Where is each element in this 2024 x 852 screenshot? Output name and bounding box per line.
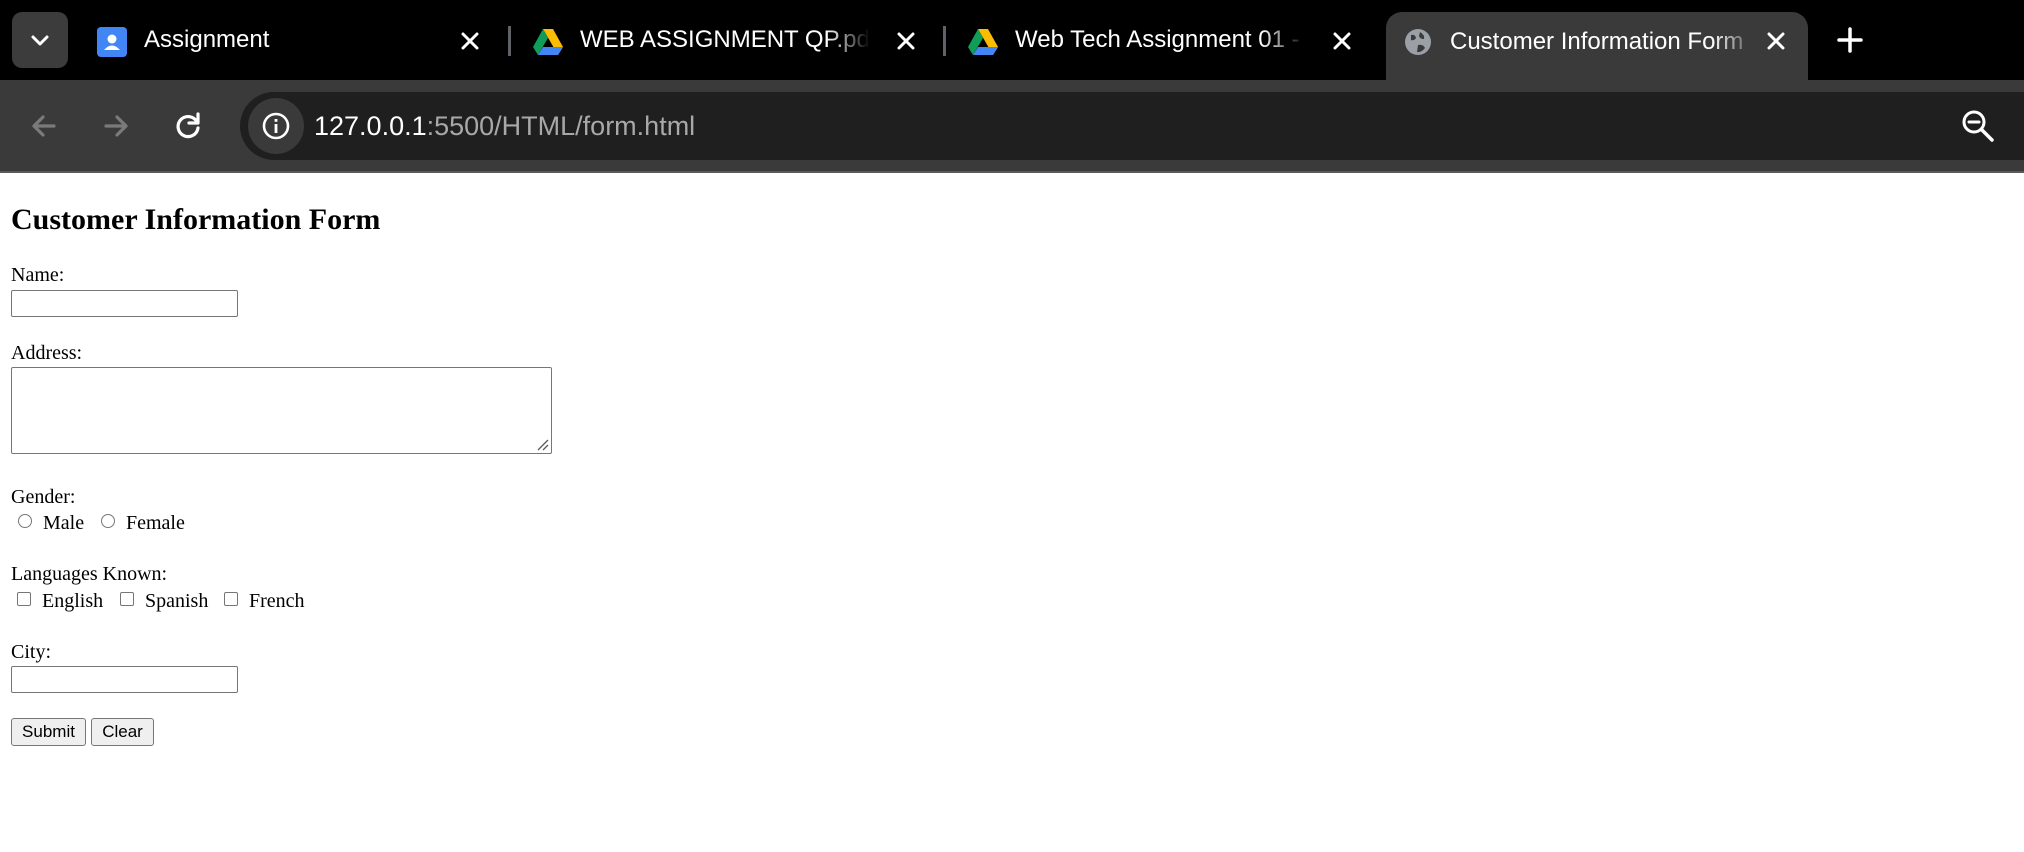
- tab-separator: [943, 26, 946, 56]
- google-drive-icon: [968, 29, 998, 55]
- tab-title: WEB ASSIGNMENT QP.pdf - Google Drive: [580, 26, 870, 53]
- close-icon[interactable]: [458, 29, 482, 53]
- name-label: Name:: [11, 264, 65, 286]
- gender-male-radio[interactable]: [18, 514, 32, 528]
- url-host: 127.0.0.1: [314, 111, 427, 141]
- tab-title: Customer Information Form: [1450, 28, 1744, 55]
- language-spanish-label: Spanish: [145, 590, 209, 612]
- reload-icon[interactable]: [168, 106, 208, 146]
- chevron-down-icon: [31, 35, 49, 46]
- tab-strip: Assignment WEB ASSIGNMENT QP.pdf - Googl…: [0, 0, 2024, 80]
- classroom-assignment-icon: [97, 27, 127, 57]
- plus-icon[interactable]: [1832, 22, 1868, 58]
- back-arrow-icon[interactable]: [24, 106, 64, 146]
- language-french-label: French: [249, 590, 305, 612]
- browser-toolbar: 127.0.0.1:5500/HTML/form.html: [0, 80, 2024, 172]
- globe-icon: [1405, 29, 1431, 55]
- tab-web-tech-assignment[interactable]: Web Tech Assignment 01 - Google Drive: [967, 12, 1363, 70]
- gender-male-label: Male: [43, 512, 85, 534]
- close-icon[interactable]: [1764, 29, 1788, 53]
- tab-customer-information-form[interactable]: Customer Information Form: [1386, 12, 1808, 80]
- gender-female-radio[interactable]: [101, 514, 115, 528]
- address-bar[interactable]: 127.0.0.1:5500/HTML/form.html: [240, 92, 2024, 160]
- url-text: 127.0.0.1:5500/HTML/form.html: [314, 110, 695, 142]
- page-title: Customer Information Form: [11, 203, 381, 236]
- submit-button[interactable]: Submit: [11, 718, 86, 746]
- gender-female-label: Female: [126, 512, 185, 534]
- google-drive-icon: [533, 29, 563, 55]
- language-english-checkbox[interactable]: [17, 592, 31, 606]
- close-icon[interactable]: [1330, 29, 1354, 53]
- language-spanish-checkbox[interactable]: [120, 592, 134, 606]
- address-textarea[interactable]: [11, 367, 552, 454]
- address-label: Address:: [11, 342, 83, 364]
- language-english-label: English: [42, 590, 104, 612]
- site-info-button[interactable]: [248, 98, 304, 154]
- info-icon: [262, 112, 290, 140]
- page-content: Customer Information Form Name: Address:…: [0, 173, 2024, 852]
- languages-label: Languages Known:: [11, 563, 168, 585]
- tab-web-assignment-qp[interactable]: WEB ASSIGNMENT QP.pdf - Google Drive: [532, 12, 928, 70]
- url-path: :5500/HTML/form.html: [426, 111, 696, 141]
- city-label: City:: [11, 641, 52, 663]
- tab-separator: [508, 26, 511, 56]
- tab-assignment[interactable]: Assignment: [96, 12, 492, 70]
- gender-label: Gender:: [11, 486, 76, 508]
- tab-title: Assignment: [144, 26, 270, 53]
- close-icon[interactable]: [894, 29, 918, 53]
- zoom-out-icon[interactable]: [1958, 106, 1998, 146]
- clear-button[interactable]: Clear: [91, 718, 154, 746]
- tab-title: Web Tech Assignment 01 - Google Drive: [1015, 26, 1305, 53]
- city-input[interactable]: [11, 666, 238, 693]
- name-input[interactable]: [11, 290, 238, 317]
- tab-search-button[interactable]: [12, 12, 68, 68]
- language-french-checkbox[interactable]: [224, 592, 238, 606]
- forward-arrow-icon[interactable]: [96, 106, 136, 146]
- resize-handle-icon[interactable]: [535, 437, 549, 451]
